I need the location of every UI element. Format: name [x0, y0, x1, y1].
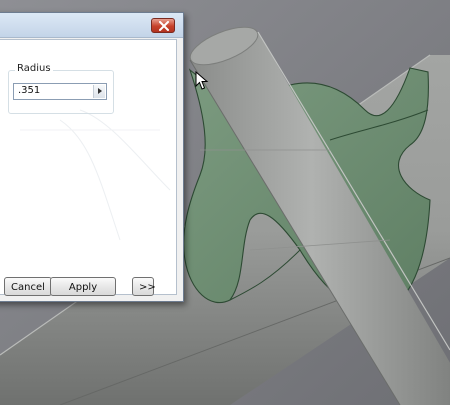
radius-group-label: Radius — [15, 63, 53, 74]
close-button[interactable] — [151, 18, 175, 33]
dialog-titlebar[interactable] — [0, 13, 183, 38]
close-icon — [159, 21, 169, 31]
cancel-button[interactable]: Cancel — [4, 277, 52, 296]
cad-viewport[interactable]: Radius .351 Cancel Apply >> — [0, 0, 450, 405]
faint-background-lines — [20, 109, 171, 241]
apply-button[interactable]: Apply — [50, 277, 116, 296]
radius-group: Radius .351 — [8, 63, 114, 114]
more-options-button[interactable]: >> — [132, 277, 156, 296]
dialog-client-area: Radius .351 Cancel Apply >> — [0, 39, 177, 296]
chevron-right-icon[interactable] — [93, 85, 105, 98]
radius-input[interactable]: .351 — [13, 83, 107, 100]
radius-value: .351 — [18, 85, 41, 96]
mouse-pointer-icon — [195, 71, 209, 90]
radius-dialog: Radius .351 Cancel Apply >> — [0, 12, 184, 302]
